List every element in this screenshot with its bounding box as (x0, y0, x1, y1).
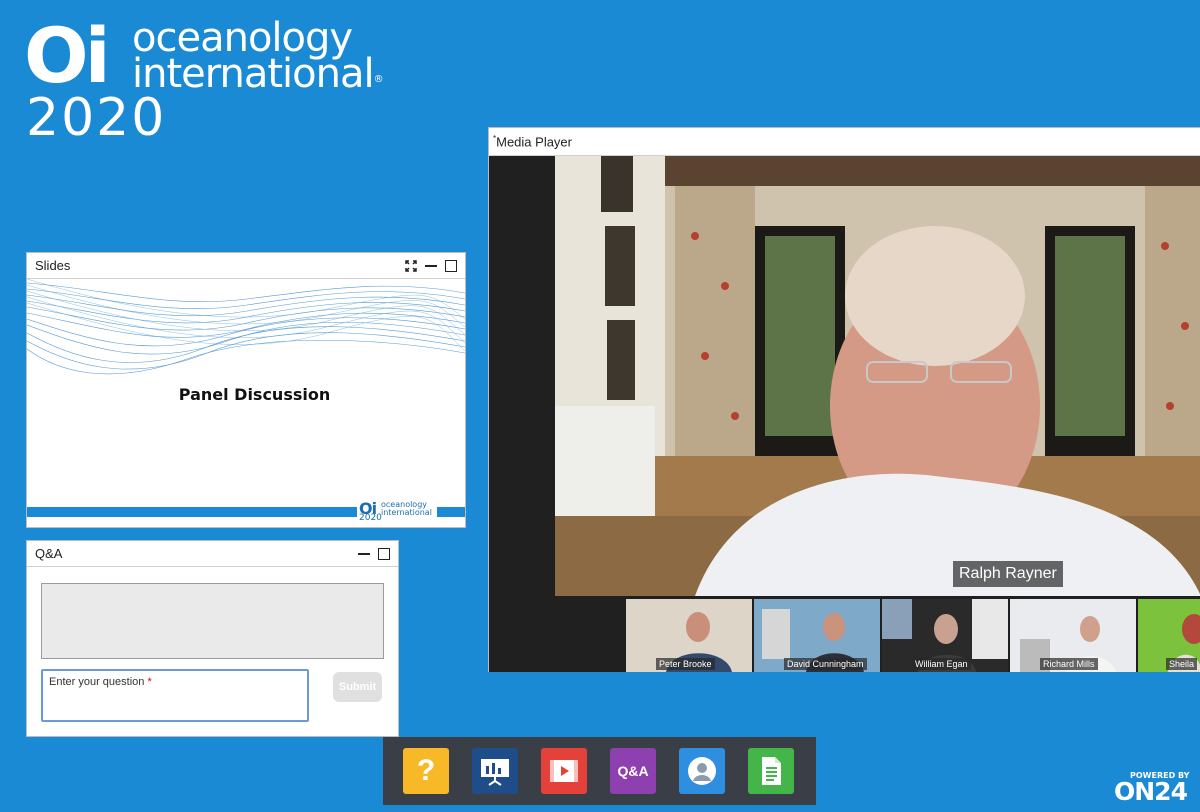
submit-button[interactable]: Submit (333, 672, 382, 702)
slide-logo: Oi oceanology international 2020 (357, 499, 437, 523)
speaker-bio-button[interactable] (679, 748, 725, 794)
slide-view: Panel Discussion Oi oceanology internati… (27, 279, 465, 527)
qa-button[interactable]: Q&A (610, 748, 656, 794)
minimize-button[interactable] (425, 264, 437, 267)
qa-title: Q&A (35, 546, 63, 561)
question-input[interactable]: Enter your question * (41, 669, 309, 722)
qa-panel: Q&A Enter your question * Submit (26, 540, 399, 737)
slides-title: Slides (35, 258, 71, 273)
slide-wave-graphic (27, 279, 465, 375)
presentation-icon (481, 759, 509, 786)
slides-panel: Slides Panel Discussion Oi oceanology in… (26, 252, 466, 528)
slide-logo-year: 2020 (359, 513, 382, 523)
slide-heading: Panel Discussion (178, 385, 331, 404)
qa-header[interactable]: Q&A (27, 541, 398, 567)
qa-history-box[interactable] (41, 583, 384, 659)
speaker-name-tag: Ralph Rayner (953, 561, 1063, 587)
logo-year: 2020 (26, 88, 167, 148)
qa-icon: Q&A (617, 763, 649, 779)
participant-thumb[interactable]: Sheila (1138, 599, 1200, 672)
logo-mark: Oi (24, 11, 111, 100)
on24-logo: ON24 (1114, 777, 1188, 806)
media-title: *Media Player (493, 133, 572, 150)
person-icon (688, 757, 716, 785)
media-player-panel: *Media Player Ralph Rayner Peter Brooke … (488, 127, 1200, 672)
participant-thumb[interactable]: Peter Brooke (626, 599, 752, 672)
video-area[interactable]: Ralph Rayner Peter Brooke David Cunningh… (489, 156, 1200, 672)
participant-name: Peter Brooke (656, 658, 715, 670)
slides-button[interactable] (472, 748, 518, 794)
maximize-button[interactable] (378, 547, 390, 560)
help-button[interactable]: ? (403, 748, 449, 794)
video-icon (550, 760, 578, 782)
participant-name: William Egan (912, 658, 971, 670)
document-icon (762, 757, 781, 785)
main-speaker-video: Ralph Rayner (555, 156, 1200, 596)
resources-button[interactable] (748, 748, 794, 794)
expand-icon[interactable] (405, 259, 417, 272)
question-placeholder: Enter your question (49, 676, 145, 688)
minimize-button[interactable] (358, 552, 370, 555)
participant-name: David Cunningham (784, 658, 867, 670)
media-player-button[interactable] (541, 748, 587, 794)
participant-thumb[interactable]: Richard Mills (1010, 599, 1136, 672)
participant-strip: Peter Brooke David Cunningham William Eg… (626, 599, 1200, 672)
slide-logo-line2: international (381, 508, 432, 517)
console-toolbar: ? Q&A (383, 737, 816, 805)
logo-line2: international® (132, 51, 384, 97)
maximize-button[interactable] (445, 259, 457, 272)
required-marker: * (147, 676, 152, 688)
participant-thumb[interactable]: David Cunningham (754, 599, 880, 672)
slides-header[interactable]: Slides (27, 253, 465, 279)
participant-thumb[interactable]: William Egan (882, 599, 1008, 672)
media-header[interactable]: *Media Player (489, 128, 1200, 156)
help-icon: ? (416, 754, 436, 787)
participant-name: Richard Mills (1040, 658, 1098, 670)
participant-name: Sheila (1166, 658, 1198, 670)
speaker-video-frame (555, 156, 1200, 596)
